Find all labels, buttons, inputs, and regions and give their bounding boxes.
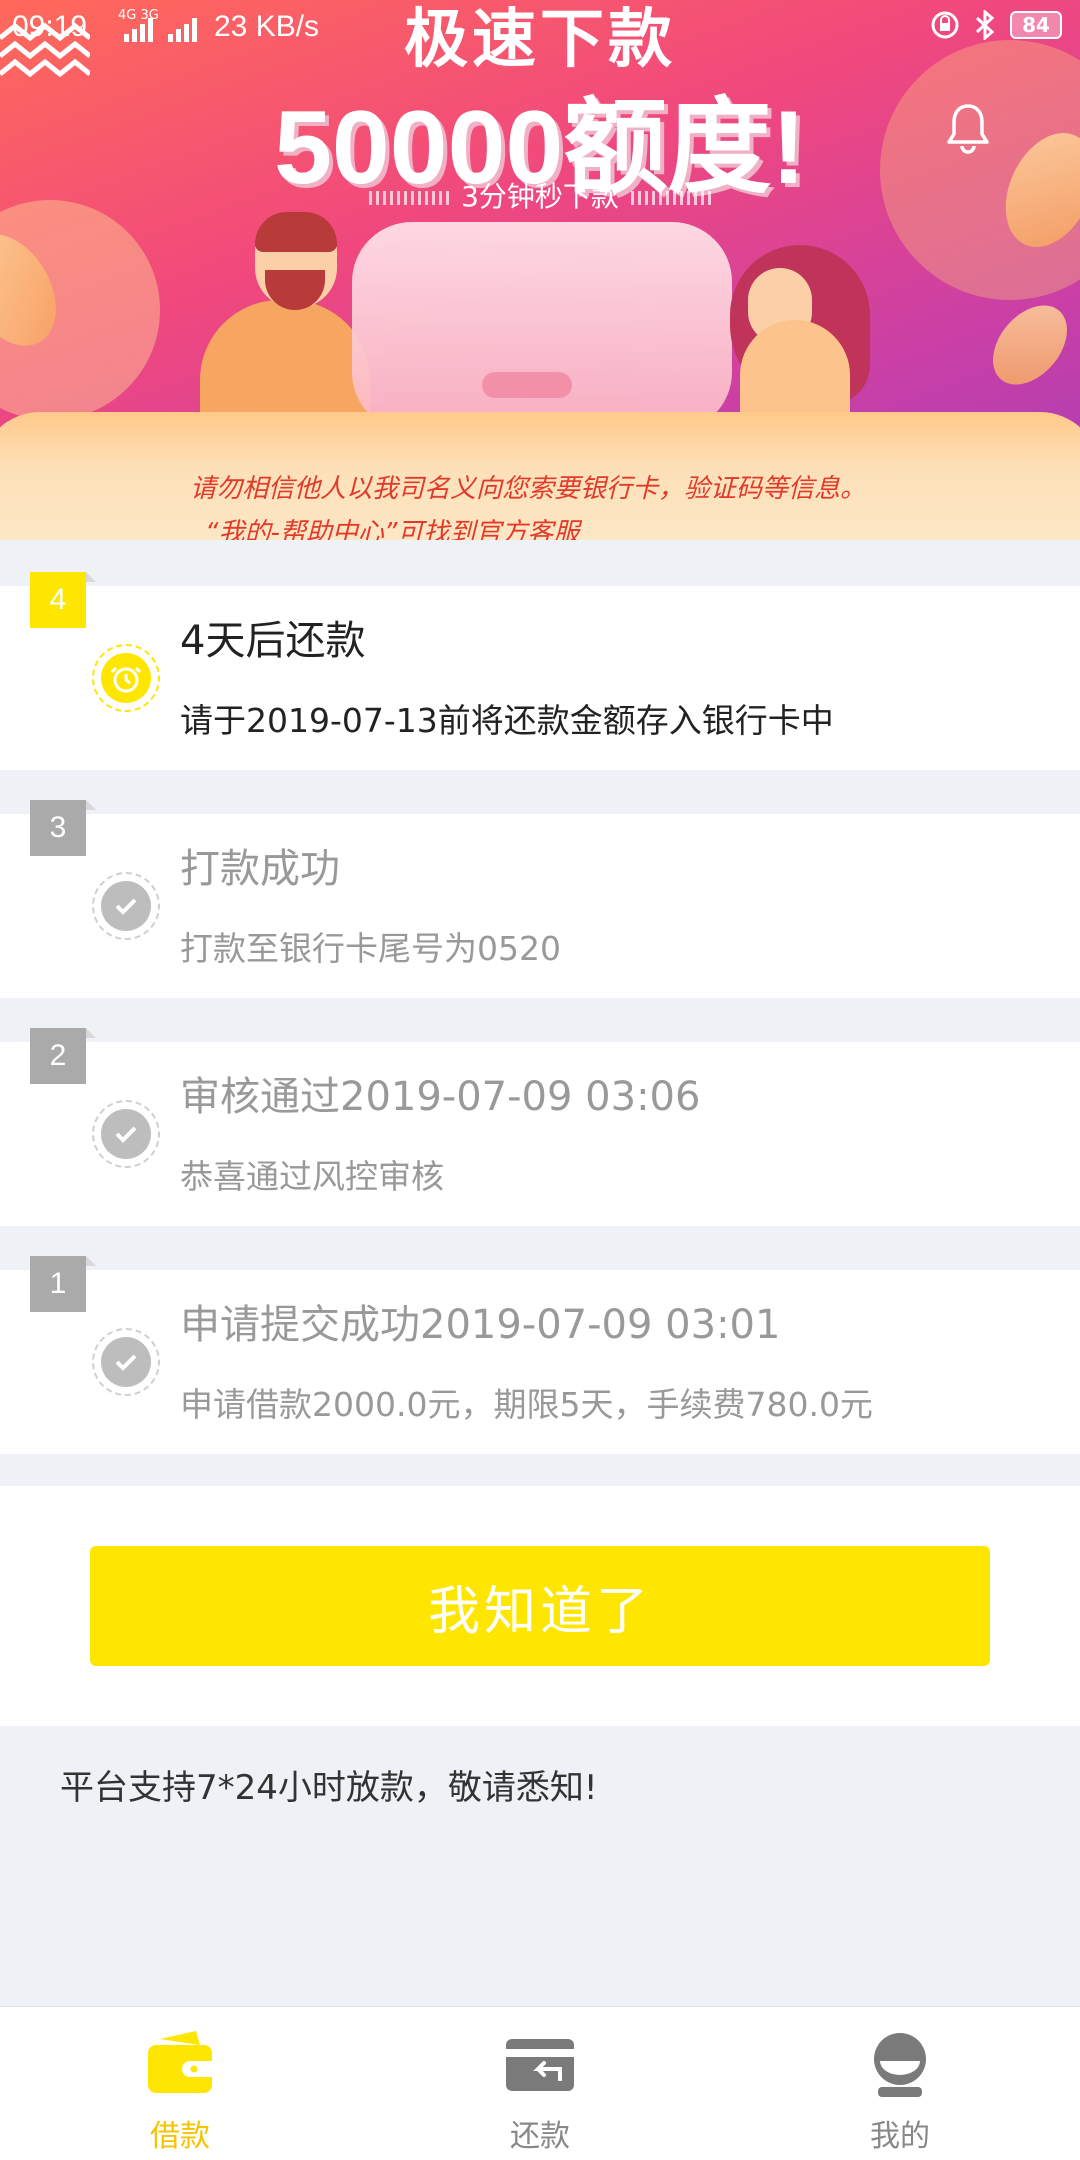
step-status-ring: [92, 1100, 160, 1168]
nav-label: 还款: [510, 2119, 570, 2154]
step-status-ring: [92, 872, 160, 940]
nav-item-mine[interactable]: 我的: [720, 2007, 1080, 2160]
repay-card-icon: [506, 2039, 574, 2091]
step-number-badge: 2: [30, 1028, 96, 1084]
banner-subtitle: 3分钟秒下款: [0, 175, 1080, 215]
step-description: 申请借款2000.0元，期限5天，手续费780.0元: [180, 1385, 873, 1424]
bottom-nav: 借款 还款 我的: [0, 2006, 1080, 2160]
step-title: 打款成功: [180, 846, 340, 892]
step-title: 申请提交成功2019-07-09 03:01: [180, 1302, 781, 1348]
step-status-ring: [92, 644, 160, 712]
alarm-clock-icon: [110, 666, 142, 693]
user-profile-icon: [874, 2033, 926, 2097]
confirm-area: 我知道了: [0, 1486, 1080, 1726]
step-item-4: 4 4天后还款 请于2019-07-13前将还款金额存入银行卡中: [0, 572, 1080, 770]
wallet-icon: [148, 2031, 212, 2093]
step-item-2: 2 审核通过2019-07-09 03:06 恭喜通过风控审核: [0, 1028, 1080, 1226]
checkmark-icon: [115, 1126, 137, 1143]
step-title: 审核通过2019-07-09 03:06: [180, 1074, 701, 1120]
checkmark-icon: [115, 1354, 137, 1371]
nav-item-repay[interactable]: 还款: [360, 2007, 720, 2160]
step-item-3: 3 打款成功 打款至银行卡尾号为0520: [0, 800, 1080, 998]
banner-warning-line1: 请勿相信他人以我司名义向您索要银行卡，验证码等信息。: [190, 474, 867, 504]
step-number-badge: 3: [30, 800, 96, 856]
nav-label: 我的: [870, 2119, 930, 2154]
banner-subtitle-text: 3分钟秒下款: [461, 180, 619, 213]
promo-banner[interactable]: 09:19 4G 3G 23 KB/s 84 极速下款 50000额度! 3分钟…: [0, 0, 1080, 540]
step-description: 恭喜通过风控审核: [180, 1157, 444, 1196]
step-description: 请于2019-07-13前将还款金额存入银行卡中: [180, 701, 834, 740]
decor-leaf-right-lower: [978, 291, 1080, 399]
step-number-badge: 4: [30, 572, 96, 628]
step-number-badge: 1: [30, 1256, 96, 1312]
step-title: 4天后还款: [180, 618, 366, 664]
step-description: 打款至银行卡尾号为0520: [180, 929, 561, 968]
notice-text: 平台支持7*24小时放款，敬请悉知!: [60, 1768, 598, 1808]
step-status-ring: [92, 1328, 160, 1396]
banner-warning-line2: “我的-帮助中心”可找到官方客服: [205, 518, 580, 540]
got-it-button[interactable]: 我知道了: [90, 1546, 990, 1666]
illustration-card: [352, 222, 732, 432]
nav-label: 借款: [150, 2119, 210, 2154]
checkmark-icon: [115, 898, 137, 915]
bell-icon[interactable]: [946, 102, 990, 154]
step-item-1: 1 申请提交成功2019-07-09 03:01 申请借款2000.0元，期限5…: [0, 1256, 1080, 1454]
nav-item-borrow[interactable]: 借款: [0, 2007, 360, 2160]
